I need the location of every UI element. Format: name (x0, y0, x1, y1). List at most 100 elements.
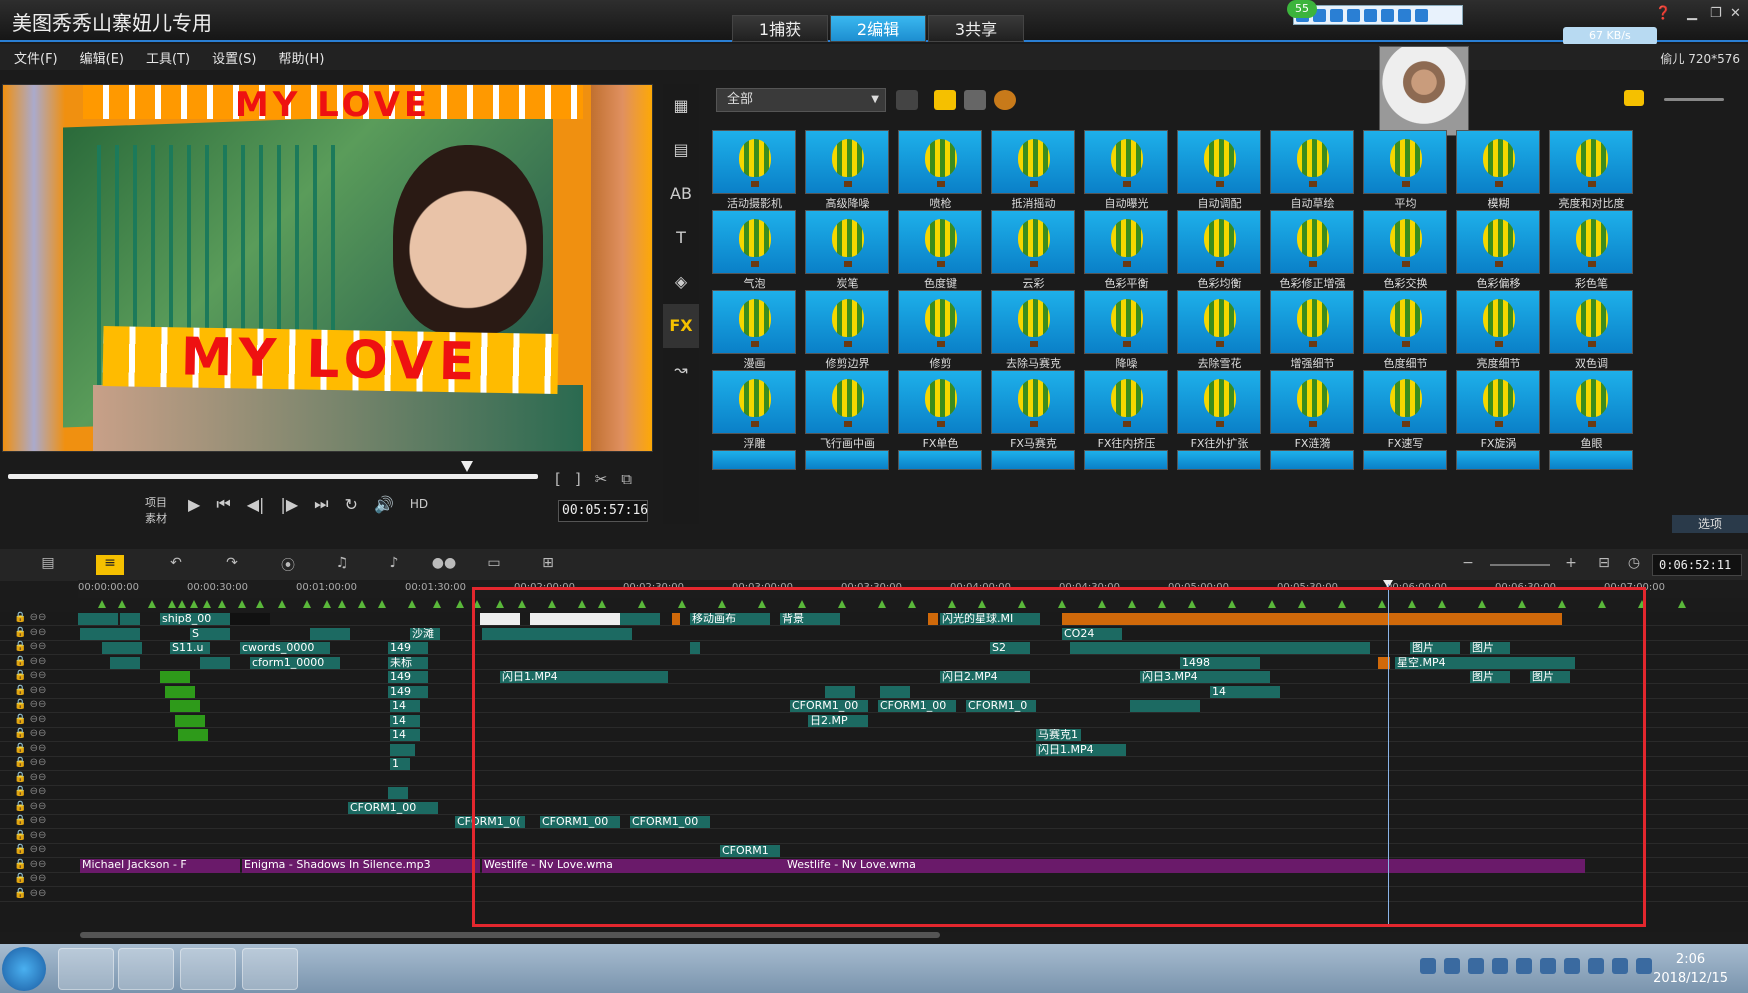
effect-item[interactable]: 自动曝光 (1082, 128, 1175, 218)
timeline-clip[interactable] (482, 627, 632, 640)
marker-icon[interactable] (1638, 600, 1646, 608)
menu-help[interactable]: 帮助(H) (278, 48, 324, 67)
effect-item-partial[interactable] (896, 448, 989, 516)
timeline-clip[interactable]: 闪日1.MP4 (1036, 743, 1126, 756)
effect-item[interactable]: 亮度和对比度 (1547, 128, 1640, 218)
marker-icon[interactable] (323, 600, 331, 608)
effect-item[interactable]: 去除雪花 (1175, 288, 1268, 378)
tray-icon[interactable] (1468, 958, 1484, 974)
timeline-clip[interactable]: CFORM1_00 (348, 801, 438, 814)
timeline-clip[interactable] (110, 656, 140, 669)
marker-icon[interactable] (1518, 600, 1526, 608)
restore-button[interactable]: ❐ (1710, 6, 1722, 21)
show-audio-icon[interactable] (964, 90, 986, 110)
clock-icon[interactable]: ◷ (1620, 555, 1648, 575)
timeline-clip[interactable]: CFORM1_00 (540, 816, 620, 828)
timeline-clip[interactable]: 日2.MP (808, 714, 868, 727)
timeline-clip[interactable] (78, 613, 118, 625)
timeline-timecode[interactable]: 0:06:52:11 (1652, 554, 1742, 576)
tray-icon[interactable] (1492, 958, 1508, 974)
record-icon[interactable]: ⦿ (274, 555, 302, 575)
timeline-view-icon[interactable]: ≡ (96, 555, 124, 575)
effect-item-partial[interactable] (1082, 448, 1175, 516)
timeline-clip[interactable] (230, 613, 270, 625)
effect-item[interactable]: 浮雕 (710, 368, 803, 458)
effect-item[interactable]: 修剪 (896, 288, 989, 378)
timeline-clip[interactable]: cform1_0000 (250, 656, 340, 669)
marker-icon[interactable] (548, 600, 556, 608)
timeline-clip[interactable]: 149 (388, 685, 428, 698)
effect-item[interactable]: FX马赛克 (989, 368, 1082, 458)
effect-item[interactable]: 降噪 (1082, 288, 1175, 378)
audio-clip[interactable]: Michael Jackson - F (80, 858, 240, 873)
tray-icon[interactable] (1540, 958, 1556, 974)
minimize-button[interactable]: ▁ (1687, 6, 1697, 21)
close-button[interactable]: ✕ (1730, 6, 1741, 21)
audio-clip[interactable]: Enigma - Shadows In Silence.mp3 (242, 858, 480, 873)
path-icon[interactable]: ↝ (663, 348, 699, 392)
timeline-clip[interactable]: 背景 (780, 613, 840, 625)
marker-icon[interactable] (878, 600, 886, 608)
timeline-scrollbar[interactable] (80, 932, 940, 938)
marker-icon[interactable] (638, 600, 646, 608)
redo-icon[interactable]: ↷ (218, 555, 246, 575)
timeline-clip[interactable]: 14 (390, 714, 420, 727)
clip-label[interactable]: 素材 (145, 510, 185, 526)
title-icon[interactable]: T (663, 216, 699, 260)
zoom-in-icon[interactable]: + (1557, 555, 1585, 575)
preview-timecode[interactable]: 00:05:57:16 (558, 500, 648, 522)
undo-icon[interactable]: ↶ (162, 555, 190, 575)
timeline-clip[interactable]: 图片 (1470, 642, 1510, 654)
timeline-clip[interactable]: CFORM1_00 (878, 700, 956, 712)
effect-item[interactable]: 鱼眼 (1547, 368, 1640, 458)
timeline-clip[interactable] (825, 685, 855, 698)
end-icon[interactable]: ⏭ (314, 494, 328, 514)
timeline-clip[interactable]: 图片 (1410, 642, 1460, 654)
marker-icon[interactable] (718, 600, 726, 608)
timeline-clip[interactable]: 星空.MP4 (1395, 656, 1575, 669)
track-header-icons[interactable]: 🔒 ⊖⊖ (14, 757, 74, 771)
marker-icon[interactable] (1298, 600, 1306, 608)
timeline-clip[interactable] (1070, 642, 1370, 654)
marker-icon[interactable] (178, 600, 186, 608)
timeline-ruler[interactable]: 00:00:00:00 00:00:30:00 00:01:00:00 00:01:3… (78, 580, 1748, 598)
timeline-clip[interactable] (690, 642, 700, 654)
multi-camera-icon[interactable]: ⊞ (534, 555, 562, 575)
timeline-clip[interactable] (388, 787, 408, 799)
marker-icon[interactable] (678, 600, 686, 608)
hd-toggle[interactable]: HD (410, 497, 428, 511)
help-icon[interactable]: ❓ (1655, 6, 1671, 21)
effect-item-partial[interactable] (1547, 448, 1640, 516)
timeline-clip[interactable]: 1 (390, 758, 410, 770)
track-header-icons[interactable]: 🔒 ⊖⊖ (14, 714, 74, 728)
transition-icon[interactable]: AB (663, 172, 699, 216)
marker-icon[interactable] (148, 600, 156, 608)
marker-icon[interactable] (203, 600, 211, 608)
effect-item[interactable]: 色彩平衡 (1082, 208, 1175, 298)
taskbar-app-kugou[interactable] (118, 948, 174, 990)
timeline-clip[interactable]: CFORM1_0 (966, 700, 1036, 712)
clock[interactable]: 2:06 2018/12/15 (1653, 950, 1728, 988)
play-icon[interactable]: ▶ (188, 495, 200, 514)
marker-icon[interactable] (118, 600, 126, 608)
effect-item[interactable]: 色度细节 (1361, 288, 1454, 378)
effect-item[interactable]: 活动摄影机 (710, 128, 803, 218)
timeline-clip[interactable] (80, 627, 140, 640)
timeline-clip[interactable] (178, 729, 208, 741)
track-header-icons[interactable]: 🔒 ⊖⊖ (14, 786, 74, 800)
marker-icon[interactable] (190, 600, 198, 608)
timeline-clip[interactable]: 14 (1210, 685, 1280, 698)
effect-item[interactable]: FX旋涡 (1454, 368, 1547, 458)
marker-icon[interactable] (578, 600, 586, 608)
effect-item-partial[interactable] (989, 448, 1082, 516)
marker-icon[interactable] (1478, 600, 1486, 608)
effect-item[interactable]: 自动草绘 (1268, 128, 1361, 218)
timeline-clip[interactable]: CFORM1_00 (790, 700, 868, 712)
effect-item[interactable]: 修剪边界 (803, 288, 896, 378)
scrubber-handle[interactable] (461, 461, 473, 472)
timeline-clip[interactable]: CFORM1 (720, 845, 780, 857)
effect-item[interactable]: 抵消摇动 (989, 128, 1082, 218)
effect-item[interactable]: 自动调配 (1175, 128, 1268, 218)
marker-icon[interactable] (1058, 600, 1066, 608)
instant-project-icon[interactable]: ▤ (663, 128, 699, 172)
